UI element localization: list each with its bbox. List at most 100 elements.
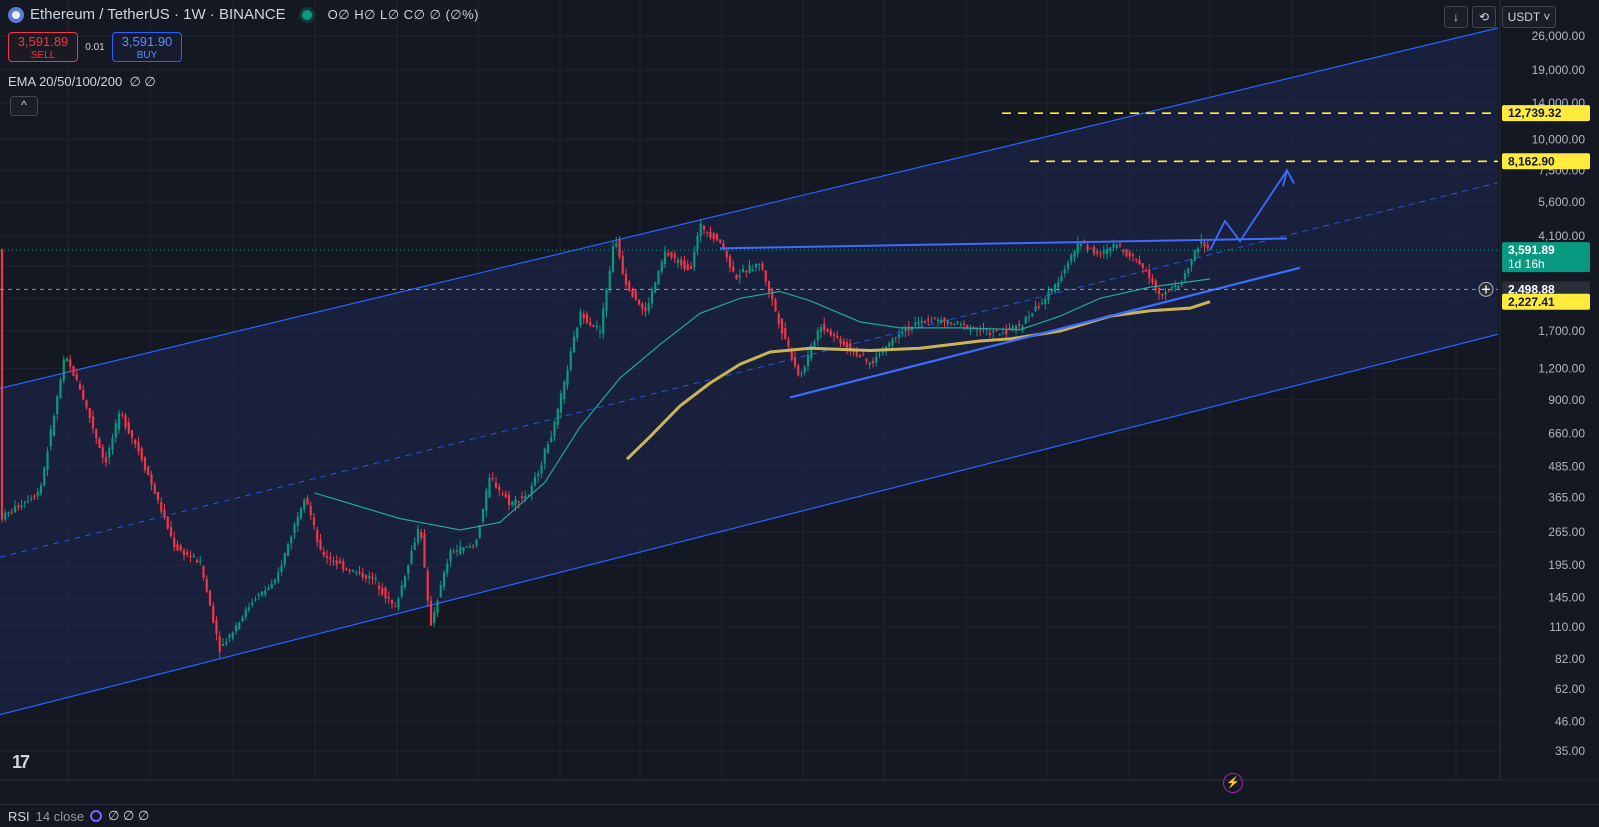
- candle-body: [488, 477, 491, 498]
- rsi-label: RSI: [8, 808, 30, 824]
- candle-body: [400, 585, 403, 597]
- rsi-pane-legend[interactable]: RSI 14 close ∅ ∅ ∅: [0, 804, 1599, 827]
- candle-body: [1047, 291, 1050, 300]
- candle-body: [621, 256, 624, 274]
- candle-body: [13, 506, 17, 513]
- candle-body: [1076, 241, 1079, 254]
- ema-legend[interactable]: EMA 20/50/100/200 ∅ ∅: [8, 74, 156, 90]
- candle-body: [416, 528, 420, 543]
- candle-body: [527, 494, 530, 496]
- candle-body: [338, 560, 342, 564]
- candle-body: [764, 270, 767, 282]
- candle-body: [1105, 248, 1109, 255]
- candle-body: [1044, 299, 1047, 304]
- candle-body: [56, 396, 59, 415]
- candle-body: [413, 542, 416, 550]
- candle-body: [618, 239, 621, 257]
- price-tick-label: 10,000.00: [1532, 132, 1586, 146]
- buy-button[interactable]: 3,591.90 BUY: [112, 32, 182, 62]
- candle-body: [296, 516, 299, 527]
- candle-body: [855, 351, 858, 356]
- price-tick-label: 110.00: [1549, 620, 1585, 634]
- sell-button[interactable]: 3,591.89 SELL: [8, 32, 78, 62]
- candle-body: [563, 381, 566, 400]
- candle-body: [368, 575, 371, 579]
- candle-body: [644, 307, 647, 311]
- download-icon[interactable]: ↓: [1444, 6, 1468, 28]
- candle-body: [602, 308, 605, 334]
- ema-price-label: 2,227.41: [1508, 295, 1555, 309]
- candle-body: [871, 361, 875, 364]
- candle-body: [676, 259, 680, 264]
- lightning-icon[interactable]: ⚡: [1223, 773, 1243, 793]
- spread-value: 0.01: [85, 41, 105, 53]
- candle-body: [927, 319, 930, 321]
- candle-body: [706, 231, 709, 233]
- candle-body: [351, 570, 355, 572]
- candle-body: [628, 281, 631, 291]
- candle-body: [1125, 249, 1128, 257]
- refresh-icon[interactable]: [90, 810, 103, 822]
- candle-body: [1157, 287, 1161, 294]
- candle-body: [680, 259, 683, 266]
- candle-body: [65, 358, 69, 362]
- candle-body: [556, 409, 559, 426]
- candle-body: [979, 329, 982, 331]
- price-chart[interactable]: 35.00 46.00 62.00 82.00 110.00 145.00 195.00 26…: [0, 0, 1599, 827]
- candle-body: [914, 322, 917, 326]
- candle-body: [1115, 245, 1118, 249]
- candle-body: [1148, 269, 1151, 279]
- candle-body: [1096, 251, 1099, 254]
- tradingview-logo-icon[interactable]: 17: [12, 752, 30, 773]
- candle-body: [397, 598, 400, 608]
- candle-body: [78, 384, 82, 390]
- candle-body: [348, 570, 351, 572]
- candle-body: [771, 289, 774, 300]
- candle-body: [1138, 260, 1141, 265]
- screenshot-icon[interactable]: ⟲: [1472, 6, 1496, 28]
- symbol-title[interactable]: Ethereum / TetherUS · 1W · BINANCE: [30, 6, 286, 23]
- candle-body: [371, 576, 374, 579]
- symbol-header: Ethereum / TetherUS · 1W · BINANCE O∅ H∅…: [8, 6, 479, 23]
- candle-body: [33, 495, 36, 497]
- candle-body: [1031, 313, 1034, 316]
- candle-body: [524, 495, 527, 499]
- candle-body: [761, 263, 764, 269]
- candle-body: [878, 354, 881, 356]
- candle-body: [186, 552, 189, 555]
- candle-body: [286, 544, 290, 557]
- candle-body: [20, 505, 23, 508]
- candle-body: [832, 333, 836, 336]
- candle-body: [1073, 251, 1076, 258]
- candle-body: [267, 588, 270, 591]
- candle-body: [1040, 302, 1044, 304]
- candle-body: [494, 482, 498, 488]
- candle-body: [751, 269, 754, 272]
- candle-body: [1128, 251, 1131, 257]
- last-price-label: 3,591.89: [1508, 243, 1555, 257]
- candle-body: [160, 502, 163, 512]
- candle-body: [498, 486, 501, 491]
- candle-body: [4, 512, 7, 520]
- price-tick-label: 26,000.00: [1532, 29, 1586, 43]
- candle-body: [836, 335, 839, 338]
- candle-body: [241, 617, 244, 622]
- candle-body: [1112, 244, 1115, 248]
- collapse-legend-button[interactable]: ^: [10, 96, 38, 116]
- candle-body: [23, 501, 26, 504]
- candle-body: [637, 299, 641, 305]
- candle-body: [722, 243, 725, 248]
- candle-body: [660, 262, 663, 272]
- candle-body: [332, 560, 335, 562]
- candle-body: [787, 339, 790, 347]
- candle-body: [875, 356, 878, 363]
- currency-selector[interactable]: USDT ˅: [1502, 6, 1556, 28]
- candle-body: [140, 448, 143, 460]
- candle-body: [501, 493, 504, 495]
- candle-body: [709, 231, 712, 238]
- candle-body: [1174, 284, 1177, 287]
- candle-body: [1070, 254, 1073, 262]
- candle-body: [784, 328, 787, 340]
- candle-body: [683, 260, 686, 270]
- candle-body: [641, 303, 644, 309]
